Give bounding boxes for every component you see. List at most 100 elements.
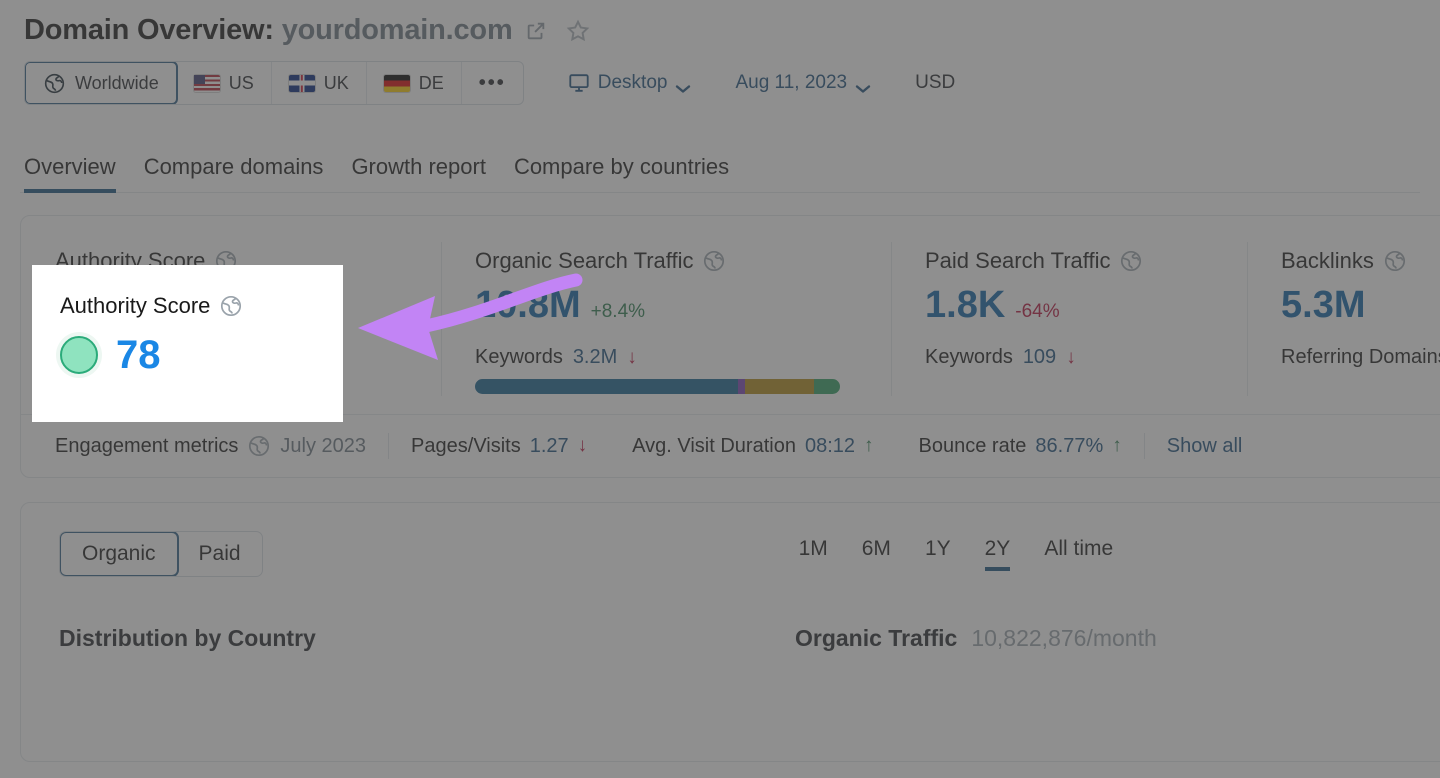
organic-traffic-amount: 10,822,876/month xyxy=(971,625,1157,651)
range-all-time[interactable]: All time xyxy=(1044,537,1113,571)
range-6m[interactable]: 6M xyxy=(862,537,891,571)
authority-score-indicator xyxy=(60,336,98,374)
traffic-card-controls: Organic Paid 1M 6M 1Y 2Y All time xyxy=(59,531,1440,577)
globe-icon xyxy=(43,72,66,95)
spotlight-metric-title: Authority Score xyxy=(60,293,211,318)
paid-value-row: 1.8K -64% xyxy=(925,286,1213,324)
engagement-bounce-rate: Bounce rate 86.77% ↑ xyxy=(919,435,1122,458)
spotlight-value-row: 78 xyxy=(60,335,343,375)
eng-value: 86.77% xyxy=(1035,434,1104,457)
trend-down-icon: ↓ xyxy=(577,435,588,456)
flag-uk-icon xyxy=(288,74,315,92)
tab-bar: Overview Compare domains Growth report C… xyxy=(20,141,1420,193)
toggle-organic[interactable]: Organic xyxy=(59,532,179,576)
engagement-metrics-row: Engagement metrics July 2023 Pages/Visit… xyxy=(21,414,1440,477)
page-title: Domain Overview: yourdomain.com xyxy=(24,14,513,47)
organic-keywords-row: Keywords 3.2M ↓ xyxy=(475,346,857,369)
metric-title-row: Backlinks xyxy=(1281,248,1440,274)
region-option-de[interactable]: DE xyxy=(367,62,462,104)
currency-label: USD xyxy=(915,72,956,93)
bar-segment-gold xyxy=(745,379,815,394)
more-icon: ••• xyxy=(478,72,506,94)
traffic-card-headings: Distribution by Country Organic Traffic … xyxy=(59,625,1440,652)
spotlight-title-row: Authority Score xyxy=(60,293,343,319)
metric-title: Paid Search Traffic xyxy=(925,248,1111,273)
backlinks-value: 5.3M xyxy=(1281,284,1366,326)
sub-value: 109 xyxy=(1022,346,1057,368)
region-selector[interactable]: Worldwide US UK DE ••• xyxy=(24,61,524,105)
metric-paid-search-traffic: Paid Search Traffic 1.8K -64% Keywords 1… xyxy=(891,234,1247,404)
tab-growth-report[interactable]: Growth report xyxy=(351,154,486,192)
trend-down-icon: ↓ xyxy=(1066,346,1076,368)
chevron-down-icon xyxy=(675,78,691,93)
traffic-card: Organic Paid 1M 6M 1Y 2Y All time Distri… xyxy=(20,502,1440,762)
eng-label: Avg. Visit Duration xyxy=(632,434,796,457)
trend-up-icon: ↑ xyxy=(864,435,874,456)
organic-traffic-title: Organic Traffic xyxy=(795,625,958,651)
chevron-down-icon xyxy=(855,78,871,93)
traffic-type-toggle[interactable]: Organic Paid xyxy=(59,531,263,577)
tab-compare-domains[interactable]: Compare domains xyxy=(144,154,324,192)
globe-icon xyxy=(702,249,726,273)
eng-value: 08:12 xyxy=(804,434,856,457)
range-1y[interactable]: 1Y xyxy=(925,537,951,571)
controls-row: Worldwide US UK DE ••• Desktop Aug 11, 2… xyxy=(20,61,1420,105)
bar-segment-purple xyxy=(737,379,746,394)
divider xyxy=(1143,433,1145,459)
region-option-label: Worldwide xyxy=(75,72,159,93)
metric-title-row: Organic Search Traffic xyxy=(475,248,857,274)
flag-us-icon xyxy=(193,74,220,92)
metric-title: Backlinks xyxy=(1281,248,1374,273)
globe-icon xyxy=(1119,249,1143,273)
show-all-link[interactable]: Show all xyxy=(1167,435,1243,458)
date-label: Aug 11, 2023 xyxy=(735,72,848,93)
sub-label: Keywords xyxy=(475,346,563,368)
globe-icon xyxy=(247,434,271,458)
engagement-pages-visits: Pages/Visits 1.27 ↓ xyxy=(411,435,587,458)
time-range-selector: 1M 6M 1Y 2Y All time xyxy=(799,537,1113,571)
organic-traffic-delta: +8.4% xyxy=(590,301,646,322)
sub-value: 3.2M xyxy=(572,346,618,368)
organic-value-row: 10.8M +8.4% xyxy=(475,286,857,324)
trend-down-icon: ↓ xyxy=(627,346,637,368)
keyword-distribution-bar xyxy=(475,379,840,394)
organic-traffic-value: 10.8M xyxy=(475,284,581,326)
eng-value: 1.27 xyxy=(529,434,569,457)
paid-traffic-delta: -64% xyxy=(1015,301,1060,322)
date-selector[interactable]: Aug 11, 2023 xyxy=(735,72,871,94)
region-option-label: DE xyxy=(418,72,444,93)
toggle-paid[interactable]: Paid xyxy=(178,532,262,576)
bar-segment-green xyxy=(814,379,840,394)
region-more-button[interactable]: ••• xyxy=(462,62,523,104)
metric-backlinks: Backlinks 5.3M Referring Domains xyxy=(1247,234,1440,404)
range-2y[interactable]: 2Y xyxy=(984,537,1010,571)
page-title-prefix: Domain Overview: xyxy=(24,14,274,46)
globe-icon xyxy=(219,294,243,318)
region-option-label: US xyxy=(228,72,254,93)
authority-score-spotlight: Authority Score 78 xyxy=(32,265,343,422)
range-1m[interactable]: 1M xyxy=(799,537,828,571)
engagement-label: Engagement metrics xyxy=(55,434,239,457)
external-link-icon[interactable] xyxy=(525,20,547,42)
trend-up-icon: ↑ xyxy=(1112,435,1122,456)
tab-compare-by-countries[interactable]: Compare by countries xyxy=(514,154,729,192)
authority-score-value: 78 xyxy=(116,333,161,377)
region-option-worldwide[interactable]: Worldwide xyxy=(24,62,178,104)
divider xyxy=(388,433,390,459)
engagement-month: July 2023 xyxy=(280,434,367,457)
bar-segment-blue xyxy=(475,379,738,394)
tab-overview[interactable]: Overview xyxy=(24,154,116,193)
eng-label: Bounce rate xyxy=(918,434,1027,457)
sub-label: Keywords xyxy=(925,346,1013,368)
distribution-by-country-title: Distribution by Country xyxy=(59,625,316,651)
star-icon[interactable] xyxy=(565,18,591,44)
metric-organic-search-traffic: Organic Search Traffic 10.8M +8.4% Keywo… xyxy=(441,234,891,404)
paid-traffic-value: 1.8K xyxy=(925,284,1006,326)
device-selector[interactable]: Desktop xyxy=(568,72,692,94)
region-option-uk[interactable]: UK xyxy=(272,62,367,104)
engagement-label-group: Engagement metrics July 2023 xyxy=(55,434,366,458)
engagement-avg-visit-duration: Avg. Visit Duration 08:12 ↑ xyxy=(632,435,873,458)
region-option-us[interactable]: US xyxy=(177,62,272,104)
device-label: Desktop xyxy=(597,72,668,93)
